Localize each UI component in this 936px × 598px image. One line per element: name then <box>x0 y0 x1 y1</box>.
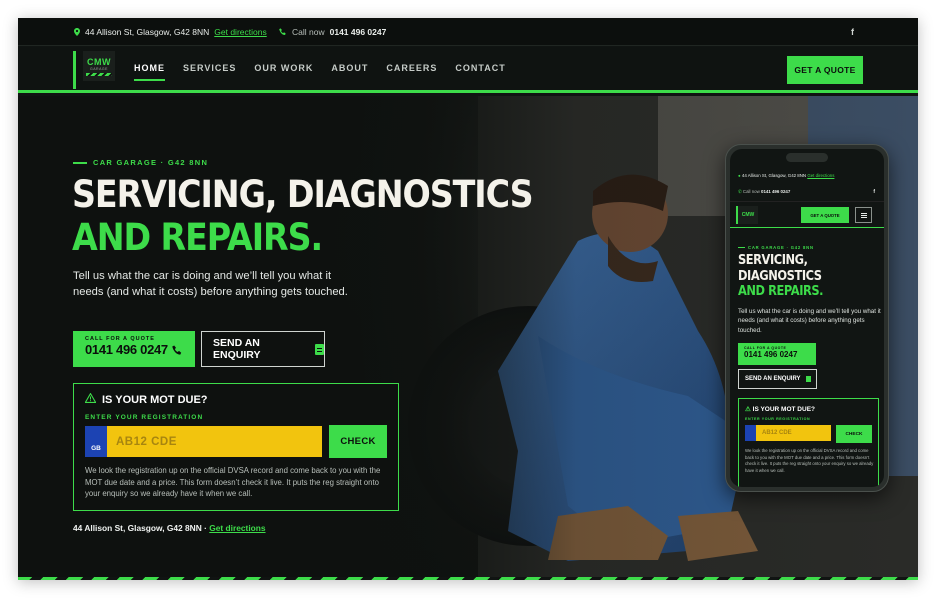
mobile-call-number: 0141 496 0247 <box>744 350 798 359</box>
phone-number-link[interactable]: 0141 496 0247 <box>330 27 387 37</box>
mobile-title-line1: SERVICING, <box>738 253 808 268</box>
hero-section: CAR GARAGE · G42 8NN SERVICING, DIAGNOST… <box>18 96 918 580</box>
mobile-document-icon <box>805 376 811 382</box>
mot-checker-card: IS YOUR MOT DUE? ENTER YOUR REGISTRATION… <box>73 383 399 511</box>
mobile-call-button: CALL FOR A QUOTE 0141 496 0247 <box>738 343 816 365</box>
nav-item-home[interactable]: HOME <box>134 63 165 81</box>
mobile-mot-note: We look the registration up on the offic… <box>745 448 874 473</box>
menu-icon <box>855 207 872 223</box>
mobile-mot-card: ⚠ IS YOUR MOT DUE? ENTER YOUR REGISTRATI… <box>738 398 879 487</box>
eyebrow-text: CAR GARAGE · G42 8NN <box>93 158 209 167</box>
hero-eyebrow: CAR GARAGE · G42 8NN <box>73 158 208 167</box>
get-a-quote-button[interactable]: GET A QUOTE <box>787 56 863 84</box>
mobile-mot-label: ENTER YOUR REGISTRATION <box>745 417 811 421</box>
get-directions-link[interactable]: Get directions <box>214 27 266 37</box>
mobile-enquiry-label: SEND AN ENQUIRY <box>745 376 801 382</box>
hero-lede: Tell us what the car is doing and we’ll … <box>73 270 348 298</box>
hero-title: SERVICING, DIAGNOSTICS AND REPAIRS. <box>72 173 534 259</box>
mobile-nav: CMW GET A QUOTE <box>730 201 884 228</box>
registration-input[interactable] <box>107 426 322 457</box>
call-for-quote-button[interactable]: CALL FOR A QUOTE 0141 496 0247 <box>73 331 195 367</box>
mobile-topbar-call: ✆ Call now 0141 496 0247 <box>738 189 791 194</box>
nav-item-careers[interactable]: CAREERS <box>386 63 437 81</box>
mot-title: IS YOUR MOT DUE? <box>84 392 208 406</box>
mobile-check-button: CHECK <box>836 425 872 443</box>
mobile-screen: ● 44 Allison St, Glasgow, G42 8NN Get di… <box>730 149 884 487</box>
mobile-mot-title: ⚠ IS YOUR MOT DUE? <box>745 406 815 413</box>
send-enquiry-button[interactable]: SEND AN ENQUIRY <box>201 331 325 367</box>
nav-item-about[interactable]: ABOUT <box>331 63 368 81</box>
mobile-preview-mockup: ● 44 Allison St, Glasgow, G42 8NN Get di… <box>725 144 889 492</box>
enquiry-button-label: SEND AN ENQUIRY <box>213 337 261 361</box>
logo[interactable]: CMW GARAGE <box>73 51 115 89</box>
nav-item-our-work[interactable]: OUR WORK <box>254 63 313 81</box>
logo-subtext: GARAGE <box>90 66 108 71</box>
logo-stripe <box>86 72 112 76</box>
check-button[interactable]: CHECK <box>329 425 387 458</box>
registration-plate: GB <box>85 426 322 457</box>
mobile-hero-title: SERVICING, DIAGNOSTICS AND REPAIRS. <box>738 253 824 300</box>
gb-band: GB <box>85 426 107 457</box>
mobile-logo: CMW <box>736 206 758 224</box>
mobile-eyebrow-text: CAR GARAGE · G42 8NN <box>748 245 814 250</box>
call-button-number: 0141 496 0247 <box>85 342 168 357</box>
browser-page: 44 Allison St, Glasgow, G42 8NN Get dire… <box>18 18 918 580</box>
phone-icon <box>279 28 287 36</box>
mobile-facebook-icon: f <box>873 189 875 195</box>
mobile-gb-band <box>745 425 756 441</box>
mobile-call-label: Call now <box>742 189 760 194</box>
mobile-enquiry-button: SEND AN ENQUIRY <box>738 369 817 389</box>
eyebrow-dash <box>73 161 87 164</box>
mot-note: We look the registration up on the offic… <box>85 466 381 498</box>
facebook-icon[interactable]: f <box>851 27 854 37</box>
phone-notch <box>786 153 828 162</box>
mobile-eyebrow: CAR GARAGE · G42 8NN <box>738 245 814 250</box>
topbar-address: 44 Allison St, Glasgow, G42 8NN Get dire… <box>74 27 267 37</box>
main-nav: CMW GARAGE HOME SERVICES OUR WORK ABOUT … <box>18 47 918 93</box>
phone-icon <box>172 343 183 361</box>
mobile-topbar-address: ● 44 Allison St, Glasgow, G42 8NN Get di… <box>738 173 835 178</box>
nav-menu: HOME SERVICES OUR WORK ABOUT CAREERS CON… <box>134 63 506 81</box>
topbar-call: Call now 0141 496 0247 <box>279 27 386 37</box>
address-text: 44 Allison St, Glasgow, G42 8NN <box>85 27 210 37</box>
mobile-mot-title-text: IS YOUR MOT DUE? <box>752 406 815 413</box>
hero-title-line2: AND REPAIRS. <box>72 216 323 259</box>
mobile-address-text: 44 Allison St, Glasgow, G42 8NN <box>741 173 807 178</box>
hero-address: 44 Allison St, Glasgow, G42 8NN · Get di… <box>73 523 266 533</box>
location-pin-icon <box>74 28 80 36</box>
nav-item-services[interactable]: SERVICES <box>183 63 236 81</box>
mobile-title-line2: DIAGNOSTICS <box>738 268 822 284</box>
mobile-title-line3: AND REPAIRS. <box>738 284 824 299</box>
hero-title-line1: SERVICING, DIAGNOSTICS <box>72 173 534 216</box>
warning-icon <box>84 392 97 406</box>
hero-address-text: 44 Allison St, Glasgow, G42 8NN · <box>73 523 207 533</box>
mobile-lede: Tell us what the car is doing and we’ll … <box>738 308 881 334</box>
mot-title-text: IS YOUR MOT DUE? <box>102 393 208 406</box>
logo-mark: CMW <box>87 56 111 67</box>
mobile-quote-button: GET A QUOTE <box>801 207 849 223</box>
nav-item-contact[interactable]: CONTACT <box>455 63 505 81</box>
mobile-plate-placeholder: AB12 CDE <box>762 430 792 436</box>
document-icon <box>314 343 324 355</box>
call-now-label: Call now <box>292 27 325 37</box>
hero-directions-link[interactable]: Get directions <box>209 523 265 533</box>
mobile-phone-number: 0141 496 0247 <box>761 189 791 194</box>
mobile-directions-link: Get directions <box>807 173 835 178</box>
mobile-plate: AB12 CDE <box>745 425 831 441</box>
hazard-stripe <box>18 577 918 580</box>
registration-label: ENTER YOUR REGISTRATION <box>85 414 204 421</box>
top-bar: 44 Allison St, Glasgow, G42 8NN Get dire… <box>18 18 918 46</box>
